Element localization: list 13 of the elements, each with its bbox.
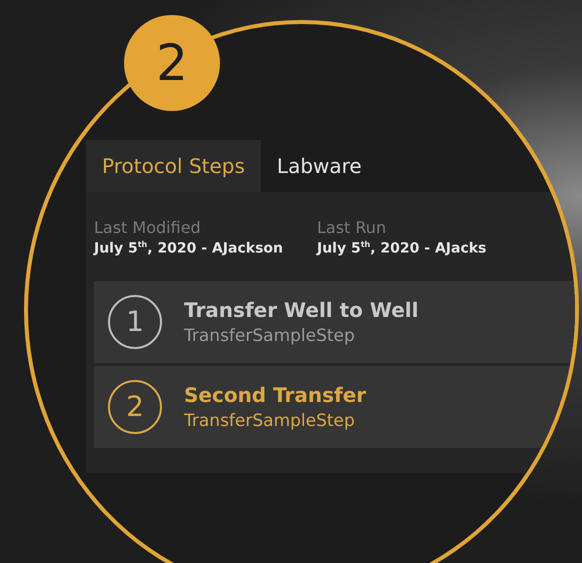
step-type: TransferSampleStep	[184, 410, 356, 431]
step-number: 2	[108, 380, 162, 434]
step-row[interactable]: 1 Transfer Well to Well TransferSampleStep	[94, 280, 575, 363]
step-type: TransferSampleStep	[184, 326, 356, 346]
step-number: 1	[108, 294, 162, 349]
tab[interactable]: Protocol Steps	[86, 140, 261, 192]
callout-badge: 2	[124, 15, 220, 111]
meta-label: Last Run	[316, 218, 388, 237]
meta-value: July 5$^{th}$, 2020 - AJackson	[94, 240, 283, 257]
step-name: Second Transfer	[184, 382, 366, 407]
meta-label: Last Modified	[94, 218, 202, 237]
step-name: Transfer Well to Well	[184, 298, 419, 322]
meta-value: July 5$^{th}$, 2020 - AJacks	[316, 240, 486, 257]
